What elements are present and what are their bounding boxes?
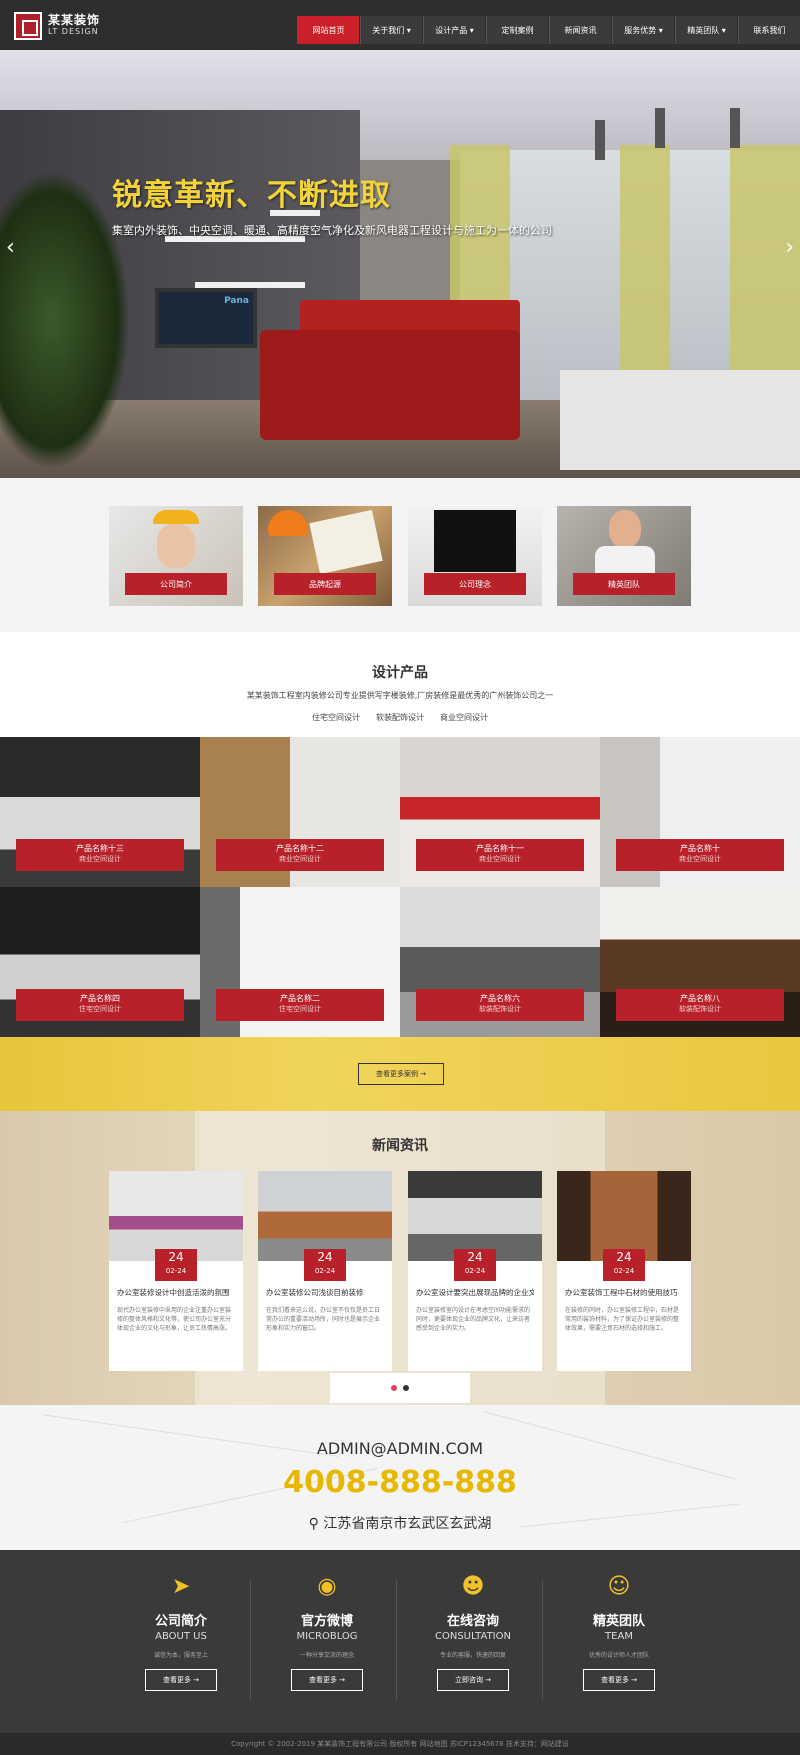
news-item-title[interactable]: 办公室装饰工程中石材的使用技巧 xyxy=(565,1287,683,1298)
product-card[interactable]: 产品名称四 住宅空间设计 xyxy=(0,887,200,1037)
logo-mark-icon xyxy=(14,12,42,40)
logo[interactable]: 某某装饰 LT DESIGN xyxy=(14,12,100,40)
contact-address: ⚲ 江苏省南京市玄武区玄武湖 xyxy=(308,1516,492,1532)
news-date: 24 02-24 xyxy=(304,1249,346,1281)
hero-sofa xyxy=(260,330,520,440)
site-header: 某某装饰 LT DESIGN 网站首页 关于我们 ▾ 设计产品 ▾ 定制案例 新… xyxy=(0,0,800,50)
news-card[interactable]: 24 02-24 办公室装修公司浅谈目前装修 在我们看来这么说，办公室不仅仅是员工… xyxy=(258,1171,392,1371)
team-icon: ☺ xyxy=(607,1574,631,1599)
feature-card-idea[interactable]: 公司理念 xyxy=(408,506,542,606)
news-card[interactable]: 24 02-24 办公室装饰工程中石材的使用技巧 在装修的同时，办公室装修工程中，… xyxy=(557,1171,691,1371)
hero-plant xyxy=(0,170,130,470)
hero-tv: Pana xyxy=(155,288,257,348)
site-footer: ➤ 公司简介 ABOUT US 诚信为本，服务至上 查看更多 → ◉ 官方微博 … xyxy=(0,1550,800,1733)
product-card[interactable]: 产品名称十三 商业空间设计 xyxy=(0,737,200,887)
logo-cn: 某某装饰 xyxy=(48,13,101,27)
news-date: 24 02-24 xyxy=(155,1249,197,1281)
more-cases-band: 查看更多案例 → xyxy=(0,1037,800,1111)
product-card[interactable]: 产品名称六 软装配饰设计 xyxy=(400,887,600,1037)
pagination-dot[interactable] xyxy=(403,1385,409,1391)
footer-consult: ☻ 在线咨询 CONSULTATION 专业的客服，快速的回复 立即咨询 → xyxy=(400,1572,546,1712)
news-card[interactable]: 24 02-24 办公室装修设计中创造活泼的氛围 现代办公室装修中采用的企业注重办… xyxy=(109,1171,243,1371)
product-card[interactable]: 产品名称十 商业空间设计 xyxy=(600,737,800,887)
products-section: 设计产品 某某装饰工程室内装修公司专业提供写字楼装修,厂房装修是最优秀的广州装饰… xyxy=(0,632,800,737)
nav-home[interactable]: 网站首页 xyxy=(297,16,359,44)
product-grid: 产品名称十三 商业空间设计 产品名称十二 商业空间设计 产品名称十一 商业空间设计 产… xyxy=(0,737,800,1037)
nav-contact[interactable]: 联系我们 xyxy=(738,16,800,44)
nav-advantages[interactable]: 服务优势 ▾ xyxy=(612,16,674,44)
news-item-body: 现代办公室装修中采用的企业注重办公室装修的整体风格和文化等，使公司办公室充分体现… xyxy=(117,1307,232,1332)
product-card[interactable]: 产品名称二 住宅空间设计 xyxy=(200,887,400,1037)
footer-team-button[interactable]: 查看更多 → xyxy=(583,1669,655,1691)
feature-label: 品牌起源 xyxy=(274,573,376,595)
footer-weibo: ◉ 官方微博 MICROBLOG 一种分享交流的理念 查看更多 → xyxy=(254,1572,400,1712)
pagination-dot[interactable] xyxy=(391,1385,397,1391)
hero-subtitle: 集室内外装饰、中央空调、暖通、高精度空气净化及新风电器工程设计与施工为一体的公司 xyxy=(112,224,552,237)
tab-decoration[interactable]: 软装配饰设计 xyxy=(376,712,424,723)
footer-about: ➤ 公司简介 ABOUT US 诚信为本，服务至上 查看更多 → xyxy=(108,1572,254,1712)
footer-consult-button[interactable]: 立即咨询 → xyxy=(437,1669,509,1691)
news-item-body: 在装修的同时，办公室装修工程中，石材是常用的装饰材料，为了保证办公室装修的整体效… xyxy=(565,1307,680,1332)
copyright-bar: Copyright © 2002-2019 某某装饰工程有限公司 版权所有 网站… xyxy=(0,1733,800,1755)
paper-plane-icon: ➤ xyxy=(171,1574,191,1599)
hero-next-icon[interactable]: › xyxy=(785,235,794,260)
nav-products[interactable]: 设计产品 ▾ xyxy=(423,16,485,44)
more-cases-button[interactable]: 查看更多案例 → xyxy=(358,1063,444,1085)
footer-team: ☺ 精英团队 TEAM 优秀的设计师人才团队 查看更多 → xyxy=(546,1572,692,1712)
hero-banner: Pana 锐意革新、不断进取 集室内外装饰、中央空调、暖通、高精度空气净化及新风… xyxy=(0,50,800,478)
nav-about[interactable]: 关于我们 ▾ xyxy=(360,16,422,44)
feature-card-team[interactable]: 精英团队 xyxy=(557,506,691,606)
product-tabs: 住宅空间设计 软装配饰设计 商业空间设计 xyxy=(0,712,800,723)
headset-icon: ☻ xyxy=(461,1574,485,1599)
news-item-title[interactable]: 办公室设计要突出展现品牌的企业文化 xyxy=(416,1287,534,1298)
news-title: 新闻资讯 xyxy=(372,1138,428,1154)
feature-section: 公司简介 品牌起源 公司理念 精英团队 xyxy=(0,478,800,632)
tab-commercial[interactable]: 商业空间设计 xyxy=(440,712,488,723)
feature-card-brand[interactable]: 品牌起源 xyxy=(258,506,392,606)
tab-residential[interactable]: 住宅空间设计 xyxy=(312,712,360,723)
main-nav: 网站首页 关于我们 ▾ 设计产品 ▾ 定制案例 新闻资讯 服务优势 ▾ 精英团队… xyxy=(296,16,800,44)
news-item-title[interactable]: 办公室装修设计中创造活泼的氛围 xyxy=(117,1287,235,1298)
news-pagination xyxy=(330,1373,470,1403)
news-date: 24 02-24 xyxy=(603,1249,645,1281)
product-card[interactable]: 产品名称八 软装配饰设计 xyxy=(600,887,800,1037)
products-desc: 某某装饰工程室内装修公司专业提供写字楼装修,厂房装修是最优秀的广州装饰公司之一 xyxy=(246,691,554,700)
product-card[interactable]: 产品名称十一 商业空间设计 xyxy=(400,737,600,887)
feature-label: 公司简介 xyxy=(125,573,227,595)
contact-phone[interactable]: 4008-888-888 xyxy=(0,1465,800,1500)
nav-cases[interactable]: 定制案例 xyxy=(486,16,548,44)
footer-weibo-button[interactable]: 查看更多 → xyxy=(291,1669,363,1691)
products-title: 设计产品 xyxy=(372,665,428,681)
hero-title: 锐意革新、不断进取 xyxy=(112,178,391,213)
news-item-body: 在我们看来这么说，办公室不仅仅是员工日常办公的重要活动场所，同时也是展示企业形象… xyxy=(266,1307,381,1332)
feature-label: 公司理念 xyxy=(424,573,526,595)
feature-label: 精英团队 xyxy=(573,573,675,595)
weibo-icon: ◉ xyxy=(317,1574,337,1599)
news-item-title[interactable]: 办公室装修公司浅谈目前装修 xyxy=(266,1287,384,1298)
footer-about-button[interactable]: 查看更多 → xyxy=(145,1669,217,1691)
location-pin-icon: ⚲ xyxy=(308,1516,319,1532)
product-card[interactable]: 产品名称十二 商业空间设计 xyxy=(200,737,400,887)
feature-card-about[interactable]: 公司简介 xyxy=(109,506,243,606)
hard-hat-icon xyxy=(153,510,199,524)
news-date: 24 02-24 xyxy=(454,1249,496,1281)
news-section: 新闻资讯 24 02-24 办公室装修设计中创造活泼的氛围 现代办公室装修中采用的… xyxy=(0,1111,800,1405)
nav-team[interactable]: 精英团队 ▾ xyxy=(675,16,737,44)
news-item-body: 办公室装修室内设计在考虑空间功能需求的同时，更要体现企业的品牌文化，让来访者感受… xyxy=(416,1307,531,1332)
hero-prev-icon[interactable]: ‹ xyxy=(6,235,15,260)
news-card[interactable]: 24 02-24 办公室设计要突出展现品牌的企业文化 办公室装修室内设计在考虑空间… xyxy=(408,1171,542,1371)
logo-en: LT DESIGN xyxy=(48,27,99,36)
nav-news[interactable]: 新闻资讯 xyxy=(549,16,611,44)
folder-icon xyxy=(434,510,516,572)
contact-section: ADMIN@ADMIN.COM 4008-888-888 ⚲ 江苏省南京市玄武区… xyxy=(0,1405,800,1550)
contact-email[interactable]: ADMIN@ADMIN.COM xyxy=(0,1439,800,1458)
